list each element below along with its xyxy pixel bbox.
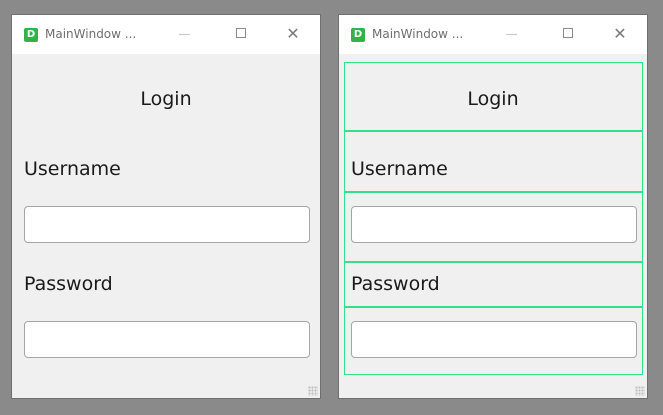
window-content: Login Username Password <box>12 54 320 398</box>
layout-outline-password-input <box>344 307 643 375</box>
maximize-icon[interactable] <box>551 23 585 45</box>
layout-outline-heading <box>344 62 643 131</box>
username-input[interactable] <box>24 206 310 243</box>
resize-grip-icon[interactable] <box>308 386 318 396</box>
close-icon[interactable]: ✕ <box>603 23 637 45</box>
login-heading: Login <box>140 88 192 110</box>
app-logo-icon: D <box>24 28 38 42</box>
window-title: MainWindow ... <box>372 27 464 41</box>
maximize-icon[interactable] <box>224 23 258 45</box>
window-title: MainWindow ... <box>45 27 137 41</box>
minimize-icon[interactable] <box>168 23 202 45</box>
main-window-left: D MainWindow ... ✕ Login Username Passwo… <box>11 14 321 399</box>
app-logo-icon: D <box>351 28 365 42</box>
layout-outline-password-label <box>344 262 643 307</box>
title-bar[interactable]: D MainWindow ... ✕ <box>12 15 320 54</box>
main-window-right: D MainWindow ... ✕ Login Username Passwo… <box>338 14 648 399</box>
close-icon[interactable]: ✕ <box>276 23 310 45</box>
password-label: Password <box>24 273 113 295</box>
layout-outline-username-input <box>344 192 643 262</box>
minimize-icon[interactable] <box>495 23 529 45</box>
password-input[interactable] <box>24 321 310 358</box>
resize-grip-icon[interactable] <box>635 386 645 396</box>
title-bar[interactable]: D MainWindow ... ✕ <box>339 15 647 54</box>
layout-outline-username-label <box>344 131 643 192</box>
window-content: Login Username Password <box>339 54 647 398</box>
username-label: Username <box>24 158 121 180</box>
